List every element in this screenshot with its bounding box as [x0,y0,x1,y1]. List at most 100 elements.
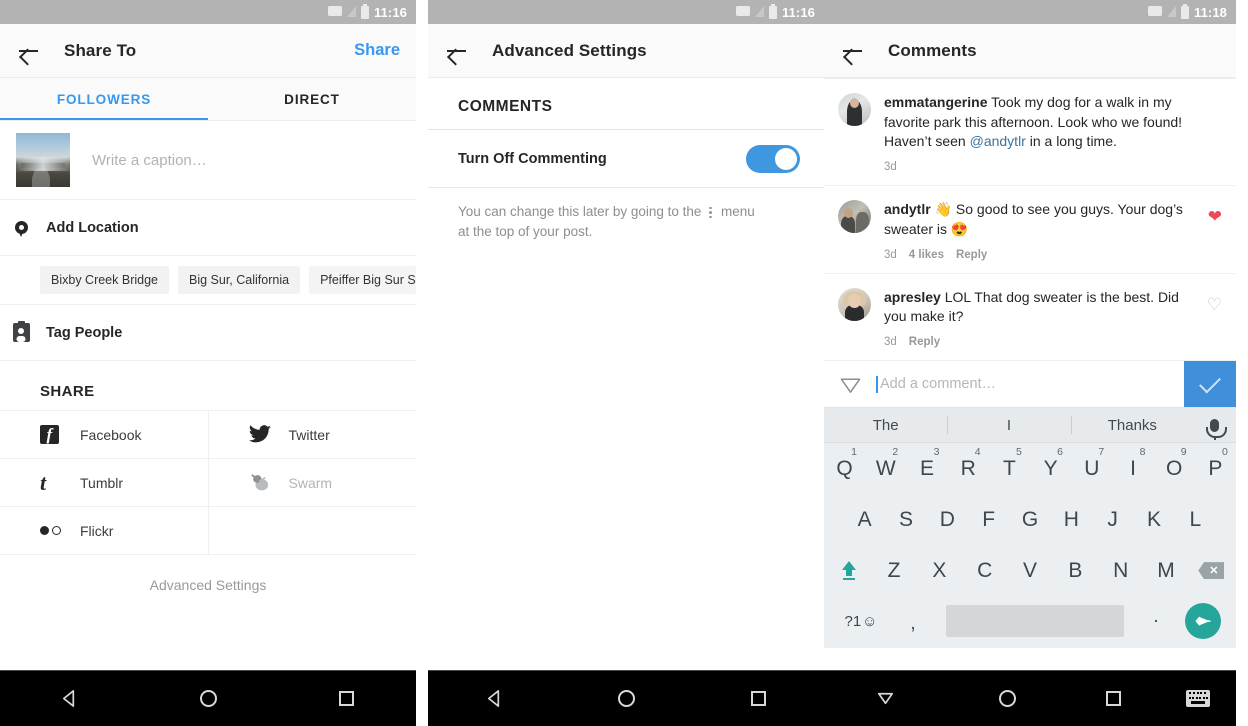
nav-home-icon[interactable] [139,689,278,707]
back-arrow-icon[interactable] [444,38,470,64]
key-d[interactable]: D [927,494,968,545]
share-target-flickr[interactable]: Flickr [0,507,209,554]
back-arrow-icon[interactable] [16,38,42,64]
nav-keyboard-icon[interactable] [1159,689,1236,707]
comma-key[interactable]: , [890,607,936,635]
nav-back-icon[interactable] [0,689,139,708]
avatar[interactable] [838,93,871,126]
signal-icon [1166,5,1176,17]
key-c[interactable]: C [962,545,1007,596]
key-f[interactable]: F [968,494,1009,545]
key-u[interactable]: U7 [1071,443,1112,494]
wifi-icon [735,6,750,16]
key-l[interactable]: L [1175,494,1216,545]
advanced-settings-link[interactable]: Advanced Settings [0,555,416,615]
key-o[interactable]: O9 [1154,443,1195,494]
comment-input-placeholder: Add a comment… [880,376,997,393]
avatar[interactable] [838,287,871,321]
period-key[interactable]: . [1134,606,1178,636]
share-target-swarm[interactable]: Swarm [209,459,417,506]
symbols-key[interactable]: ?1 ☺ [832,613,890,630]
key-t[interactable]: T5 [989,443,1030,494]
comment-input[interactable]: Add a comment… [876,361,1184,407]
signal-icon [346,5,356,17]
share-section-title: SHARE [40,383,95,400]
backspace-key-icon[interactable]: ✕ [1189,562,1234,580]
turn-off-commenting-toggle[interactable] [746,144,800,173]
caption-input-placeholder[interactable]: Write a caption… [92,152,207,169]
comment-reply-button[interactable]: Reply [956,249,987,261]
comment-username[interactable]: andytlr [884,201,931,217]
nav-recents-icon[interactable] [692,690,824,706]
microphone-icon[interactable] [1194,418,1236,440]
comment-text: andytlr 👋 So good to see you guys. Your … [884,200,1188,239]
nav-home-icon[interactable] [560,689,692,707]
like-heart-icon-filled[interactable]: ❤ [1208,208,1222,227]
key-z[interactable]: Z [871,545,916,596]
space-key[interactable] [946,605,1124,638]
key-j[interactable]: J [1092,494,1133,545]
status-bar-time: 11:18 [1193,4,1227,20]
avatar[interactable] [838,200,871,234]
nav-back-icon[interactable] [428,689,560,708]
key-i[interactable]: I8 [1112,443,1153,494]
key-m[interactable]: M [1143,545,1188,596]
key-q[interactable]: Q1 [824,443,865,494]
location-chip[interactable]: Pfeiffer Big Sur State Park [309,266,416,294]
page-title: Advanced Settings [492,40,647,60]
shift-key-icon[interactable] [826,560,871,581]
key-s[interactable]: S [885,494,926,545]
nav-recents-icon[interactable] [1068,690,1159,706]
key-y[interactable]: Y6 [1030,443,1071,494]
comment-meta: 3d [884,161,1188,173]
share-target-twitter[interactable]: Twitter [209,411,417,458]
key-w[interactable]: W2 [865,443,906,494]
nav-home-icon[interactable] [946,689,1068,707]
share-button[interactable]: Share [354,41,400,60]
key-e[interactable]: E3 [906,443,947,494]
location-chip[interactable]: Big Sur, California [178,266,301,294]
tag-people-row[interactable]: Tag People [0,305,416,361]
comment-reply-button[interactable]: Reply [909,336,940,348]
suggestion-chip[interactable]: The [824,417,947,434]
comment-username[interactable]: apresley [884,289,941,305]
like-heart-icon-outline[interactable]: ♡ [1207,296,1222,315]
comment-username[interactable]: emmatangerine [884,94,987,110]
key-v[interactable]: V [1007,545,1052,596]
keyboard-row-2: A S D F G H J K L [824,494,1236,545]
key-g[interactable]: G [1009,494,1050,545]
share-target-facebook[interactable]: Facebook [0,411,209,458]
location-pin-icon [10,221,32,237]
battery-icon [1180,3,1189,19]
key-h[interactable]: H [1051,494,1092,545]
share-target-tumblr[interactable]: t Tumblr [0,459,209,506]
suggestion-chip[interactable]: Thanks [1071,417,1194,434]
key-k[interactable]: K [1133,494,1174,545]
tab-followers[interactable]: FOLLOWERS [0,78,208,120]
key-b[interactable]: B [1053,545,1098,596]
turn-off-commenting-row[interactable]: Turn Off Commenting [428,130,824,188]
suggestion-chip[interactable]: I [947,417,1070,434]
send-key-icon[interactable] [1178,603,1228,640]
nav-recents-icon[interactable] [277,690,416,706]
panel-gutter [416,0,428,726]
add-location-row[interactable]: Add Location [0,200,416,256]
post-thumbnail[interactable] [16,133,70,187]
tab-direct[interactable]: DIRECT [208,78,416,120]
paper-plane-icon[interactable] [824,361,876,407]
key-r[interactable]: R4 [948,443,989,494]
caption-row[interactable]: Write a caption… [0,121,416,200]
location-chip[interactable]: Bixby Creek Bridge [40,266,169,294]
nav-dismiss-keyboard-icon[interactable] [824,689,946,708]
submit-comment-button[interactable] [1184,361,1236,408]
key-x[interactable]: X [917,545,962,596]
key-a[interactable]: A [844,494,885,545]
three-panel-screenshot: 11:16 Share To Share FOLLOWERS DIRECT Wr… [0,0,1248,726]
comment-mention[interactable]: @andytlr [970,133,1026,149]
key-p[interactable]: P0 [1195,443,1236,494]
panel-advanced-settings: 11:16 Advanced Settings COMMENTS Turn Of… [428,0,824,726]
back-arrow-icon[interactable] [840,38,866,64]
key-n[interactable]: N [1098,545,1143,596]
signal-icon [754,5,764,17]
comment-likes-count[interactable]: 4 likes [909,249,944,261]
